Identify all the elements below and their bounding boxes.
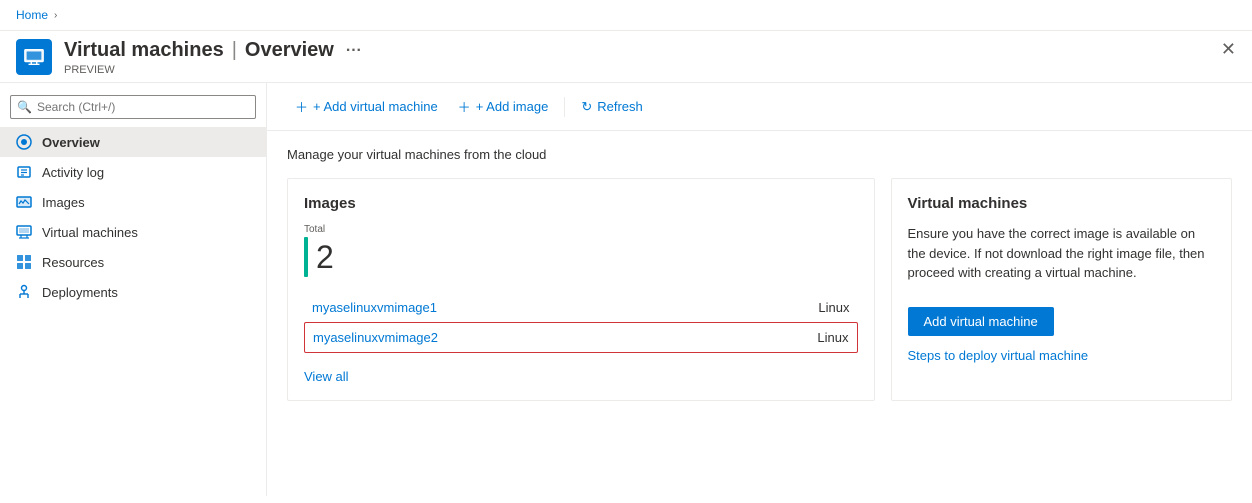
sidebar-label-overview: Overview: [42, 135, 100, 150]
activity-log-icon: [16, 164, 32, 180]
total-count: 2: [316, 241, 334, 273]
vm-icon: [23, 46, 45, 68]
image-type-2: Linux: [817, 330, 848, 345]
refresh-label: Refresh: [597, 99, 643, 114]
image-row-1[interactable]: myaselinuxvmimage1 Linux: [304, 293, 858, 322]
title-overview: Overview: [245, 39, 334, 62]
images-card: Images Total 2 myaselinuxvmimage1: [287, 178, 875, 401]
total-count-row: Total 2: [304, 224, 858, 277]
image-type-1: Linux: [818, 300, 849, 315]
add-vm-icon: ＋: [295, 97, 308, 116]
breadcrumb-bar: Home ›: [0, 0, 1252, 31]
vm-description: Ensure you have the correct image is ava…: [908, 224, 1216, 283]
sidebar-item-resources[interactable]: Resources: [0, 247, 266, 277]
breadcrumb-separator: ›: [54, 10, 57, 21]
sidebar-label-images: Images: [42, 195, 85, 210]
sidebar-label-deployments: Deployments: [42, 285, 118, 300]
more-options-icon[interactable]: ···: [346, 42, 362, 60]
total-label: Total: [304, 224, 325, 235]
add-image-button[interactable]: ＋ + Add image: [450, 93, 557, 120]
accent-bar: [304, 237, 308, 277]
sidebar: 🔍 Overview Activity log Images V: [0, 83, 267, 496]
add-image-label: + Add image: [476, 99, 549, 114]
preview-label: PREVIEW: [64, 64, 1221, 76]
images-icon: [16, 194, 32, 210]
sidebar-label-virtual-machines: Virtual machines: [42, 225, 138, 240]
breadcrumb: Home ›: [16, 8, 57, 22]
page-icon: [16, 39, 52, 75]
sidebar-label-resources: Resources: [42, 255, 104, 270]
cards-row: Images Total 2 myaselinuxvmimage1: [287, 178, 1232, 401]
sidebar-item-virtual-machines[interactable]: Virtual machines: [0, 217, 266, 247]
overview-icon: [16, 134, 32, 150]
add-vm-label: + Add virtual machine: [313, 99, 438, 114]
sidebar-label-activity-log: Activity log: [42, 165, 104, 180]
search-input[interactable]: [10, 95, 256, 119]
view-all-link[interactable]: View all: [304, 369, 349, 384]
add-image-icon: ＋: [458, 97, 471, 116]
sidebar-item-deployments[interactable]: Deployments: [0, 277, 266, 307]
close-button[interactable]: ✕: [1221, 39, 1236, 60]
sidebar-item-activity-log[interactable]: Activity log: [0, 157, 266, 187]
search-box: 🔍: [10, 95, 256, 119]
images-card-title: Images: [304, 195, 858, 212]
main-layout: 🔍 Overview Activity log Images V: [0, 83, 1252, 496]
vm-card-title: Virtual machines: [908, 195, 1216, 212]
page-header: Virtual machines | Overview ··· PREVIEW …: [0, 31, 1252, 83]
steps-link[interactable]: Steps to deploy virtual machine: [908, 348, 1089, 363]
resources-icon: [16, 254, 32, 270]
title-vm: Virtual machines: [64, 39, 224, 62]
toolbar-separator: [564, 97, 565, 117]
refresh-button[interactable]: ↻ Refresh: [573, 95, 650, 119]
image-row-2[interactable]: myaselinuxvmimage2 Linux: [304, 322, 858, 353]
image-list: myaselinuxvmimage1 Linux myaselinuxvmima…: [304, 293, 858, 353]
content-body: Manage your virtual machines from the cl…: [267, 131, 1252, 417]
header-text: Virtual machines | Overview ··· PREVIEW: [64, 39, 1221, 76]
image-name-2: myaselinuxvmimage2: [313, 330, 801, 345]
sidebar-item-images[interactable]: Images: [0, 187, 266, 217]
page-title: Virtual machines | Overview ···: [64, 39, 1221, 62]
breadcrumb-home[interactable]: Home: [16, 8, 48, 22]
add-vm-card-button[interactable]: Add virtual machine: [908, 307, 1054, 336]
toolbar: ＋ + Add virtual machine ＋ + Add image ↻ …: [267, 83, 1252, 131]
vm-card: Virtual machines Ensure you have the cor…: [891, 178, 1233, 401]
add-virtual-machine-button[interactable]: ＋ + Add virtual machine: [287, 93, 446, 120]
search-icon: 🔍: [17, 100, 32, 114]
deployments-icon: [16, 284, 32, 300]
manage-text: Manage your virtual machines from the cl…: [287, 147, 1232, 162]
refresh-icon: ↻: [581, 99, 592, 115]
content-area: ＋ + Add virtual machine ＋ + Add image ↻ …: [267, 83, 1252, 496]
image-name-1: myaselinuxvmimage1: [312, 300, 802, 315]
sidebar-item-overview[interactable]: Overview: [0, 127, 266, 157]
virtual-machines-icon: [16, 224, 32, 240]
